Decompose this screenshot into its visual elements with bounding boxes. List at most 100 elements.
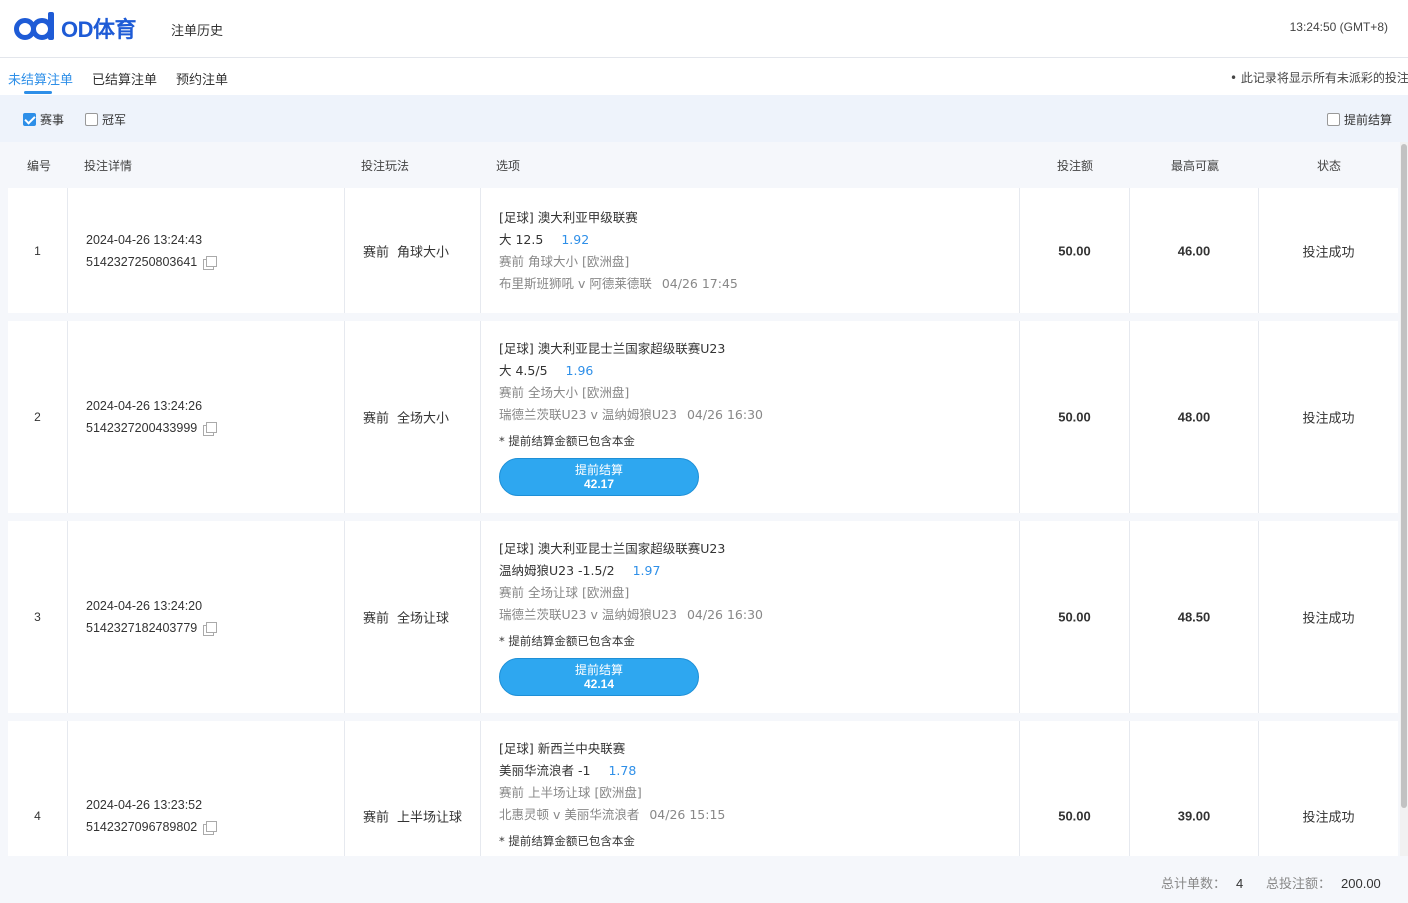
cashout-button[interactable]: 提前结算 42.17 <box>499 458 699 496</box>
scrollbar-thumb[interactable] <box>1401 144 1407 808</box>
bet-status: 投注成功 <box>1302 611 1355 627</box>
bet-datetime: 2024-04-26 13:24:20 <box>86 599 203 613</box>
cashout-value: 42.17 <box>583 477 615 491</box>
play-stage: 赛前 <box>363 411 390 427</box>
table-row: 3 2024-04-26 13:24:20 5142327182403779 赛… <box>8 521 1398 713</box>
max-win: 48.00 <box>1177 409 1211 425</box>
col-detail: 投注详情 <box>84 159 133 173</box>
tab-settled[interactable]: 已结算注单 <box>92 69 157 88</box>
odds: 1.96 <box>565 363 594 378</box>
selection: 大 12.5 <box>499 232 544 247</box>
col-play: 投注玩法 <box>361 159 410 173</box>
match-time: 04/26 17:45 <box>661 276 738 291</box>
max-win: 39.00 <box>1177 808 1211 824</box>
row-number: 4 <box>34 809 41 823</box>
match-time: 04/26 15:15 <box>649 807 726 822</box>
col-no: 编号 <box>27 159 52 173</box>
summary-footer: 总计单数： 4 总投注额： 200.00 <box>0 856 1408 903</box>
clock-time: 13:24:50 (GMT+8) <box>1289 20 1388 34</box>
league-name: [足球] 新西兰中央联赛 <box>499 741 626 756</box>
odds: 1.92 <box>561 232 590 247</box>
selection: 大 4.5/5 <box>499 363 548 378</box>
odds: 1.78 <box>608 763 637 778</box>
col-option: 选项 <box>496 159 521 173</box>
total-count-value: 4 <box>1236 876 1244 891</box>
bet-id: 5142327250803641 <box>86 254 198 269</box>
league-name: [足球] 澳大利亚昆士兰国家超级联赛U23 <box>499 341 726 356</box>
bet-datetime: 2024-04-26 13:24:43 <box>86 232 203 247</box>
row-number: 1 <box>34 243 41 258</box>
bet-id: 5142327200433999 <box>86 421 198 435</box>
play-type: 角球大小 <box>397 245 450 260</box>
cashout-button[interactable]: 提前结算 42.14 <box>499 658 699 696</box>
play-stage: 赛前 <box>363 611 390 627</box>
table-scrollbar[interactable] <box>1400 142 1408 856</box>
total-stake-label: 总投注额： <box>1266 877 1332 892</box>
bet-datetime: 2024-04-26 13:24:26 <box>86 399 203 413</box>
bet-id: 5142327182403779 <box>86 621 198 635</box>
col-status: 状态 <box>1317 159 1342 173</box>
top-header: OD体育 注单历史 13:24:50 (GMT+8) <box>0 0 1408 58</box>
bet-amount: 50.00 <box>1058 808 1091 824</box>
cashout-label: 提前结算 <box>574 463 623 477</box>
tab-info-note: • 此记录将显示所有未派彩的投注 <box>1230 71 1408 85</box>
copy-icon[interactable] <box>203 622 218 636</box>
total-stake-value: 200.00 <box>1341 876 1381 891</box>
league-name: [足球] 澳大利亚甲级联赛 <box>499 210 638 225</box>
match-teams: 瑞德兰茨联U23 v 温纳姆狼U23 <box>499 607 677 622</box>
cashout-note: * 提前结算金额已包含本金 <box>499 834 635 848</box>
max-win: 46.00 <box>1177 243 1211 258</box>
table-row: 2 2024-04-26 13:24:26 5142327200433999 赛… <box>8 321 1398 513</box>
row-number: 2 <box>34 410 41 424</box>
bet-tabs: 未结算注单 已结算注单 预约注单 • 此记录将显示所有未派彩的投注 <box>0 58 1408 95</box>
brand-logo[interactable]: OD体育 <box>14 12 137 44</box>
bet-datetime: 2024-04-26 13:23:52 <box>86 798 203 812</box>
play-stage: 赛前 <box>363 810 390 826</box>
table-row: 4 2024-04-26 13:23:52 5142327096789802 赛… <box>8 721 1398 856</box>
play-type: 全场让球 <box>397 611 450 627</box>
bet-status: 投注成功 <box>1302 810 1355 826</box>
market-type: 赛前 上半场让球 [欧洲盘] <box>499 785 642 800</box>
match-time: 04/26 16:30 <box>686 407 763 422</box>
match-teams: 北惠灵顿 v 美丽华流浪者 <box>499 807 640 822</box>
logo-text: OD体育 <box>61 17 137 42</box>
market-type: 赛前 全场让球 [欧洲盘] <box>499 585 630 600</box>
max-win: 48.50 <box>1177 609 1211 625</box>
filter-match-checkbox[interactable]: 赛事 <box>23 111 64 128</box>
col-max-win: 最高可赢 <box>1171 159 1220 173</box>
total-count: 总计单数： 4 <box>1161 873 1243 892</box>
match-time: 04/26 16:30 <box>686 607 763 622</box>
filter-early-settle-checkbox[interactable]: 提前结算 <box>1327 111 1392 128</box>
col-amount: 投注额 <box>1057 159 1094 173</box>
tab-scheduled[interactable]: 预约注单 <box>176 69 228 88</box>
checkbox-empty-icon[interactable] <box>1327 113 1340 126</box>
match-teams: 布里斯班狮吼 v 阿德莱德联 <box>499 276 652 291</box>
tab-unsettled[interactable]: 未结算注单 <box>8 69 73 88</box>
active-tab-indicator <box>24 91 52 94</box>
market-type: 赛前 角球大小 [欧洲盘] <box>499 254 630 269</box>
total-stake: 总投注额： 200.00 <box>1266 873 1381 892</box>
copy-icon[interactable] <box>203 821 218 835</box>
play-type: 上半场让球 <box>397 810 463 826</box>
checkbox-empty-icon[interactable] <box>85 113 98 126</box>
filter-match-label: 赛事 <box>40 113 65 127</box>
table-row: 1 2024-04-26 13:24:43 5142327250803641 赛… <box>8 188 1398 313</box>
bet-amount: 50.00 <box>1058 243 1091 258</box>
table-header: 编号 投注详情 投注玩法 选项 投注额 最高可赢 状态 <box>8 142 1398 186</box>
filter-champion-checkbox[interactable]: 冠军 <box>85 111 126 128</box>
row-number: 3 <box>34 610 41 624</box>
cashout-value: 42.14 <box>583 677 615 691</box>
logo-mark-icon <box>14 12 58 44</box>
market-type: 赛前 全场大小 [欧洲盘] <box>499 385 630 400</box>
selection: 美丽华流浪者 -1 <box>499 763 591 778</box>
copy-icon[interactable] <box>203 422 218 436</box>
cashout-label: 提前结算 <box>574 663 623 677</box>
copy-icon[interactable] <box>203 255 218 270</box>
bet-amount: 50.00 <box>1058 609 1091 625</box>
checkbox-checked-icon[interactable] <box>23 113 36 126</box>
cashout-note: * 提前结算金额已包含本金 <box>499 434 635 448</box>
bet-amount: 50.00 <box>1058 409 1091 425</box>
bet-status: 投注成功 <box>1302 245 1355 260</box>
bet-history-title[interactable]: 注单历史 <box>171 20 223 39</box>
bet-id: 5142327096789802 <box>86 820 198 834</box>
